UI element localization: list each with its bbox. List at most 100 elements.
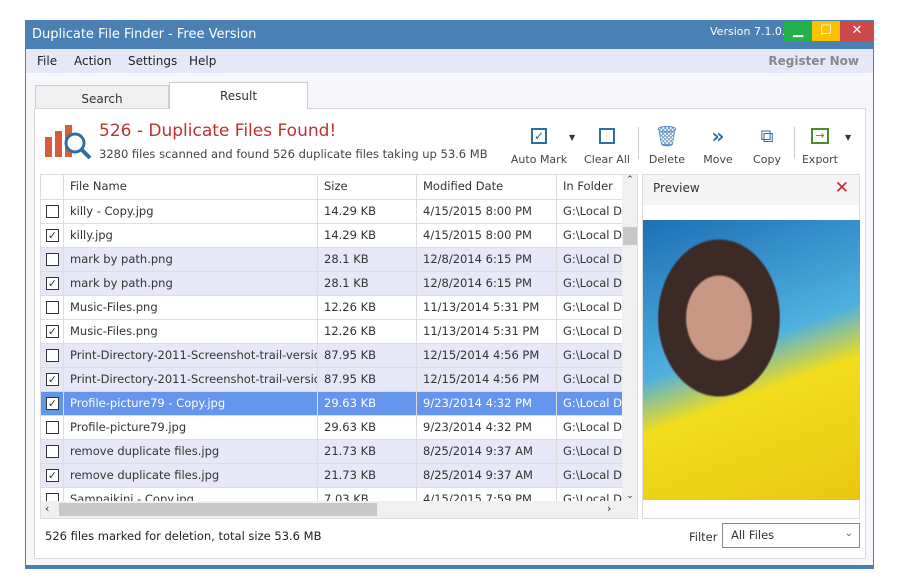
menu-help[interactable]: Help bbox=[189, 54, 216, 68]
modified-date-cell: 8/25/2014 9:37 AM bbox=[417, 464, 557, 487]
table-row[interactable]: killy - Copy.jpg 14.29 KB 4/15/2015 8:00… bbox=[41, 200, 622, 224]
table-row[interactable]: ✓ Music-Files.png 12.26 KB 11/13/2014 5:… bbox=[41, 320, 622, 344]
table-row[interactable]: ✓ Profile-picture79 - Copy.jpg 29.63 KB … bbox=[41, 392, 622, 416]
folder-cell: G:\Local Dis bbox=[563, 420, 622, 434]
file-name-cell: mark by path.png bbox=[64, 248, 318, 271]
size-cell: 12.26 KB bbox=[318, 296, 417, 319]
modified-date-cell: 9/23/2014 4:32 PM bbox=[417, 416, 557, 439]
auto-mark-button[interactable]: ✓ Auto Mark bbox=[509, 123, 569, 166]
modified-date-cell: 11/13/2014 5:31 PM bbox=[417, 320, 557, 343]
size-cell: 28.1 KB bbox=[318, 248, 417, 271]
header-checkbox-col bbox=[41, 175, 64, 199]
table-row[interactable]: ✓ mark by path.png 28.1 KB 12/8/2014 6:1… bbox=[41, 272, 622, 296]
tab-result[interactable]: Result bbox=[169, 82, 308, 109]
horizontal-scrollbar[interactable]: ‹ › bbox=[41, 501, 637, 518]
filter-select[interactable]: All Files ⌄ bbox=[722, 523, 860, 548]
modified-date-cell: 9/23/2014 4:32 PM bbox=[417, 392, 557, 415]
menu-settings[interactable]: Settings bbox=[128, 54, 177, 68]
folder-cell: G:\Local Dis bbox=[563, 228, 622, 242]
row-checkbox[interactable] bbox=[46, 445, 59, 458]
size-cell: 29.63 KB bbox=[318, 416, 417, 439]
row-checkbox[interactable]: ✓ bbox=[46, 229, 59, 242]
row-checkbox[interactable]: ✓ bbox=[46, 373, 59, 386]
maximize-button[interactable]: ☐ bbox=[812, 21, 840, 41]
table-row[interactable]: Print-Directory-2011-Screenshot-trail-ve… bbox=[41, 344, 622, 368]
close-button[interactable]: ✕ bbox=[840, 21, 874, 41]
file-name-cell: Music-Files.png bbox=[64, 296, 318, 319]
file-name-cell: remove duplicate files.jpg bbox=[64, 440, 318, 463]
folder-cell: G:\Local Dis bbox=[563, 444, 622, 458]
checkbox-empty-icon bbox=[599, 128, 615, 144]
menu-action[interactable]: Action bbox=[74, 54, 112, 68]
table-row[interactable]: ✓ Print-Directory-2011-Screenshot-trail-… bbox=[41, 368, 622, 392]
table-header: File Name Size Modified Date In Folder bbox=[41, 175, 622, 200]
header-modified-date[interactable]: Modified Date bbox=[417, 175, 557, 199]
modified-date-cell: 8/25/2014 9:37 AM bbox=[417, 440, 557, 463]
row-checkbox-cell: ✓ bbox=[41, 464, 64, 487]
file-name-cell: Profile-picture79.jpg bbox=[64, 416, 318, 439]
copy-button[interactable]: ⧉ Copy bbox=[737, 123, 797, 167]
row-checkbox[interactable]: ✓ bbox=[46, 325, 59, 338]
scroll-left-icon[interactable]: ‹ bbox=[45, 502, 49, 515]
scroll-down-icon[interactable]: ⌄ bbox=[622, 491, 637, 501]
row-checkbox-cell: ✓ bbox=[41, 392, 64, 415]
file-name-cell: killy.jpg bbox=[64, 224, 318, 247]
size-cell: 12.26 KB bbox=[318, 320, 417, 343]
header-in-folder[interactable]: In Folder bbox=[557, 175, 622, 199]
menu-file[interactable]: File bbox=[37, 54, 57, 68]
header-file-name[interactable]: File Name bbox=[64, 175, 318, 199]
duplicate-search-logo-icon bbox=[45, 125, 92, 160]
row-checkbox[interactable]: ✓ bbox=[46, 277, 59, 290]
auto-mark-dropdown-icon[interactable]: ▼ bbox=[569, 133, 575, 142]
trash-icon: 🗑 bbox=[654, 124, 680, 148]
row-checkbox[interactable] bbox=[46, 301, 59, 314]
table-row[interactable]: ✓ killy.jpg 14.29 KB 4/15/2015 8:00 PM G… bbox=[41, 224, 622, 248]
scroll-right-icon[interactable]: › bbox=[607, 502, 611, 515]
scroll-up-icon[interactable]: ⌃ bbox=[622, 175, 637, 191]
folder-cell: G:\Local Dis bbox=[563, 252, 622, 266]
minimize-button[interactable]: ▁ bbox=[784, 21, 812, 41]
row-checkbox[interactable] bbox=[46, 253, 59, 266]
horizontal-scroll-thumb[interactable] bbox=[59, 503, 377, 516]
table-row[interactable]: remove duplicate files.jpg 21.73 KB 8/25… bbox=[41, 440, 622, 464]
row-checkbox-cell: ✓ bbox=[41, 224, 64, 247]
file-name-cell: Profile-picture79 - Copy.jpg bbox=[64, 392, 318, 415]
result-summary: 3280 files scanned and found 526 duplica… bbox=[99, 147, 488, 161]
table-row[interactable]: Profile-picture79.jpg 29.63 KB 9/23/2014… bbox=[41, 416, 622, 440]
table-row[interactable]: mark by path.png 28.1 KB 12/8/2014 6:15 … bbox=[41, 248, 622, 272]
size-cell: 29.63 KB bbox=[318, 392, 417, 415]
app-window: Duplicate File Finder - Free Version Ver… bbox=[25, 20, 874, 569]
table-row[interactable]: ✓ remove duplicate files.jpg 21.73 KB 8/… bbox=[41, 464, 622, 488]
result-title: 526 - Duplicate Files Found! bbox=[99, 121, 337, 141]
row-checkbox[interactable] bbox=[46, 205, 59, 218]
export-dropdown-icon[interactable]: ▼ bbox=[845, 133, 851, 142]
row-checkbox[interactable] bbox=[46, 349, 59, 362]
close-preview-icon[interactable]: ✕ bbox=[835, 178, 849, 198]
file-name-cell: Print-Directory-2011-Screenshot-trail-ve… bbox=[64, 368, 318, 391]
vertical-scrollbar[interactable]: ⌃ ⌄ bbox=[622, 175, 637, 501]
row-checkbox-cell bbox=[41, 248, 64, 271]
register-now-link[interactable]: Register Now bbox=[768, 54, 859, 68]
chevron-down-icon: ⌄ bbox=[844, 528, 853, 539]
header-size[interactable]: Size bbox=[318, 175, 417, 199]
preview-label: Preview bbox=[653, 181, 700, 195]
size-cell: 21.73 KB bbox=[318, 464, 417, 487]
row-checkbox-cell bbox=[41, 200, 64, 223]
double-chevron-right-icon: » bbox=[711, 124, 725, 148]
folder-cell: G:\Local Dis bbox=[563, 276, 622, 290]
clear-all-button[interactable]: Clear All bbox=[577, 123, 637, 166]
row-checkbox[interactable]: ✓ bbox=[46, 469, 59, 482]
export-button[interactable]: → Export bbox=[790, 123, 850, 166]
preview-image bbox=[643, 220, 860, 500]
row-checkbox[interactable]: ✓ bbox=[46, 397, 59, 410]
row-checkbox-cell bbox=[41, 344, 64, 367]
modified-date-cell: 12/8/2014 6:15 PM bbox=[417, 272, 557, 295]
row-checkbox[interactable] bbox=[46, 421, 59, 434]
vertical-scroll-thumb[interactable] bbox=[623, 227, 637, 245]
file-name-cell: Print-Directory-2011-Screenshot-trail-ve… bbox=[64, 344, 318, 367]
row-checkbox-cell: ✓ bbox=[41, 368, 64, 391]
filter-label: Filter bbox=[689, 530, 718, 544]
export-label: Export bbox=[801, 153, 838, 166]
table-row[interactable]: Music-Files.png 12.26 KB 11/13/2014 5:31… bbox=[41, 296, 622, 320]
clear-all-label: Clear All bbox=[584, 153, 630, 166]
